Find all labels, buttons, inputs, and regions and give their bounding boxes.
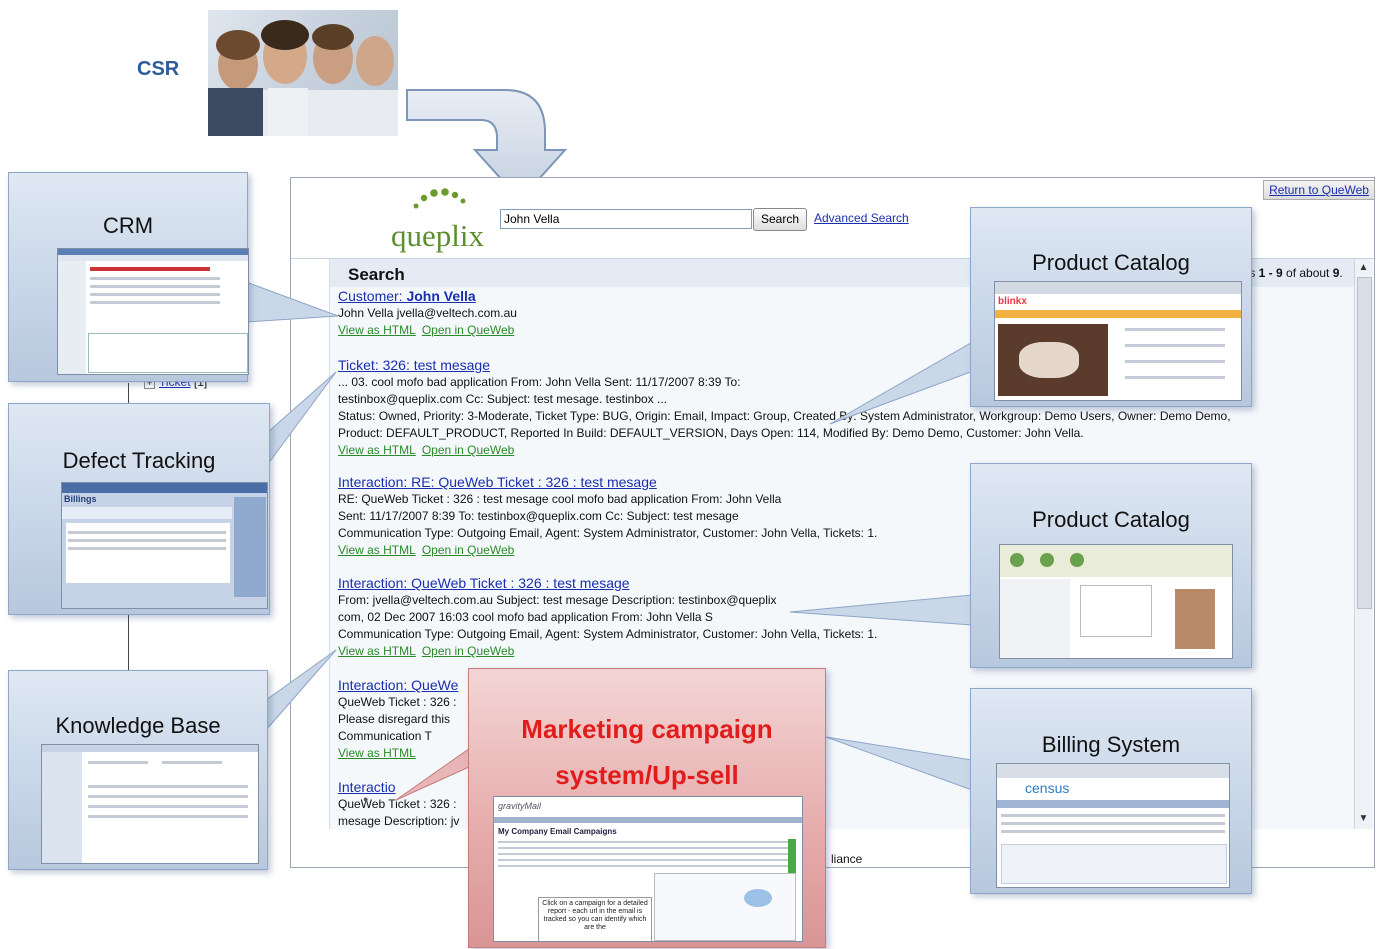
callout-billing-system: Billing System census <box>970 688 1252 894</box>
callout-knowledge-base: Knowledge Base <box>8 670 268 870</box>
callout-billing-title: Billing System <box>1041 732 1181 757</box>
callout-product-catalog-2: Product Catalog <box>970 463 1252 668</box>
defect-thumbnail: Billings <box>61 482 268 609</box>
crm-pointer <box>245 281 339 323</box>
callout-marketing-line2: system/Up-sell <box>555 760 739 790</box>
gravitymail-logo: gravityMail <box>498 801 542 811</box>
callout-defect-tracking: Defect Tracking Billings <box>8 403 270 615</box>
callout-kb-title: Knowledge Base <box>55 713 221 738</box>
kb-pointer <box>265 649 337 732</box>
crm-thumbnail <box>57 248 249 375</box>
callout-crm-title: CRM <box>102 213 154 238</box>
callout-marketing-campaign: Marketing campaign system/Up-sell gravit… <box>468 668 826 948</box>
marketing-thumbnail: gravityMail My Company Email Campaigns C… <box>493 796 803 942</box>
gravity-heading: My Company Email Campaigns <box>498 827 617 836</box>
billing-pointer <box>825 736 973 791</box>
gravity-note: Click on a campaign for a detailed repor… <box>538 897 652 941</box>
census-logo: census <box>1025 780 1070 796</box>
catalog1-pointer <box>829 339 977 425</box>
catalog2-pointer <box>789 594 973 626</box>
callout-marketing-line1: Marketing campaign <box>521 714 773 744</box>
defect-thumb-header: Billings <box>64 494 97 504</box>
callout-defect-title: Defect Tracking <box>62 448 216 473</box>
catalog1-thumbnail: blinkx <box>994 281 1242 401</box>
kb-thumbnail <box>41 744 259 864</box>
billing-thumbnail: census <box>996 763 1230 888</box>
callout-crm: CRM <box>8 172 249 382</box>
callout-catalog1-title: Product Catalog <box>1032 250 1190 275</box>
callout-catalog2-title: Product Catalog <box>1032 507 1190 532</box>
defect-pointer <box>267 371 337 466</box>
catalog2-thumbnail <box>999 544 1233 659</box>
callout-product-catalog-1: Product Catalog blinkx <box>970 207 1252 407</box>
